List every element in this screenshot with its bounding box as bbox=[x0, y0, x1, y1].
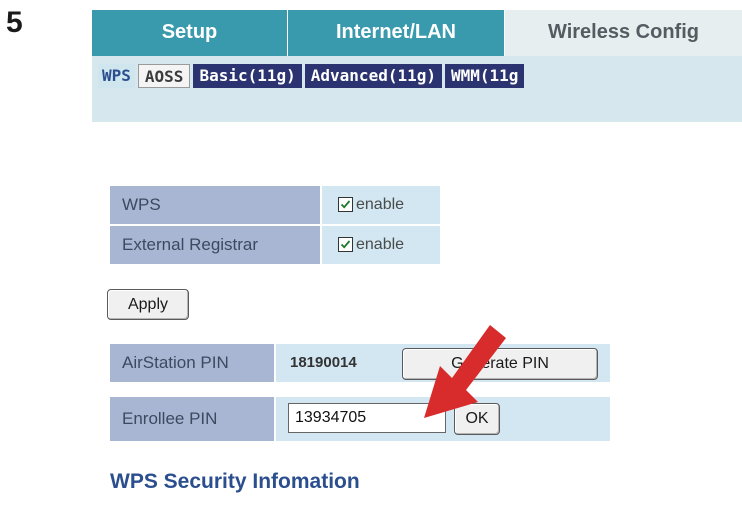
wps-enable-label: enable bbox=[356, 196, 405, 213]
tab-wireless-config[interactable]: Wireless Config bbox=[505, 10, 742, 56]
wps-label: WPS bbox=[110, 186, 320, 224]
red-arrow-icon bbox=[424, 325, 506, 418]
airstation-pin-label: AirStation PIN bbox=[110, 344, 274, 382]
sub-tab-strip: WPS AOSS Basic(11g) Advanced(11g) WMM(11g bbox=[92, 56, 742, 122]
sub-tab-bar: WPS AOSS Basic(11g) Advanced(11g) WMM(11g bbox=[98, 64, 527, 88]
main-tab-bar: Setup Internet/LAN Wireless Config bbox=[92, 10, 742, 56]
subtab-wmm-11g[interactable]: WMM(11g bbox=[445, 64, 525, 88]
apply-button[interactable]: Apply bbox=[107, 289, 189, 320]
tab-internet-lan[interactable]: Internet/LAN bbox=[288, 10, 505, 56]
external-registrar-label: External Registrar bbox=[110, 226, 320, 264]
wps-security-section-title: WPS Security Infomation bbox=[110, 470, 360, 493]
subtab-advanced-11g[interactable]: Advanced(11g) bbox=[304, 64, 442, 88]
external-registrar-enable-cell: enable bbox=[322, 226, 440, 264]
subtab-wps[interactable]: WPS bbox=[98, 64, 135, 88]
external-registrar-enable-label: enable bbox=[356, 236, 405, 253]
subtab-basic-11g[interactable]: Basic(11g) bbox=[193, 64, 302, 88]
step-number: 5 bbox=[6, 6, 23, 39]
wps-enable-checkbox[interactable] bbox=[338, 196, 353, 212]
external-registrar-checkbox[interactable] bbox=[338, 236, 353, 252]
wps-enable-cell: enable bbox=[322, 186, 440, 224]
checkmark-icon bbox=[340, 239, 351, 249]
airstation-pin-value: 18190014 bbox=[290, 354, 357, 371]
checkmark-icon bbox=[340, 199, 351, 209]
enrollee-pin-label: Enrollee PIN bbox=[110, 397, 274, 441]
subtab-aoss[interactable]: AOSS bbox=[137, 64, 191, 88]
tab-setup[interactable]: Setup bbox=[92, 10, 288, 56]
